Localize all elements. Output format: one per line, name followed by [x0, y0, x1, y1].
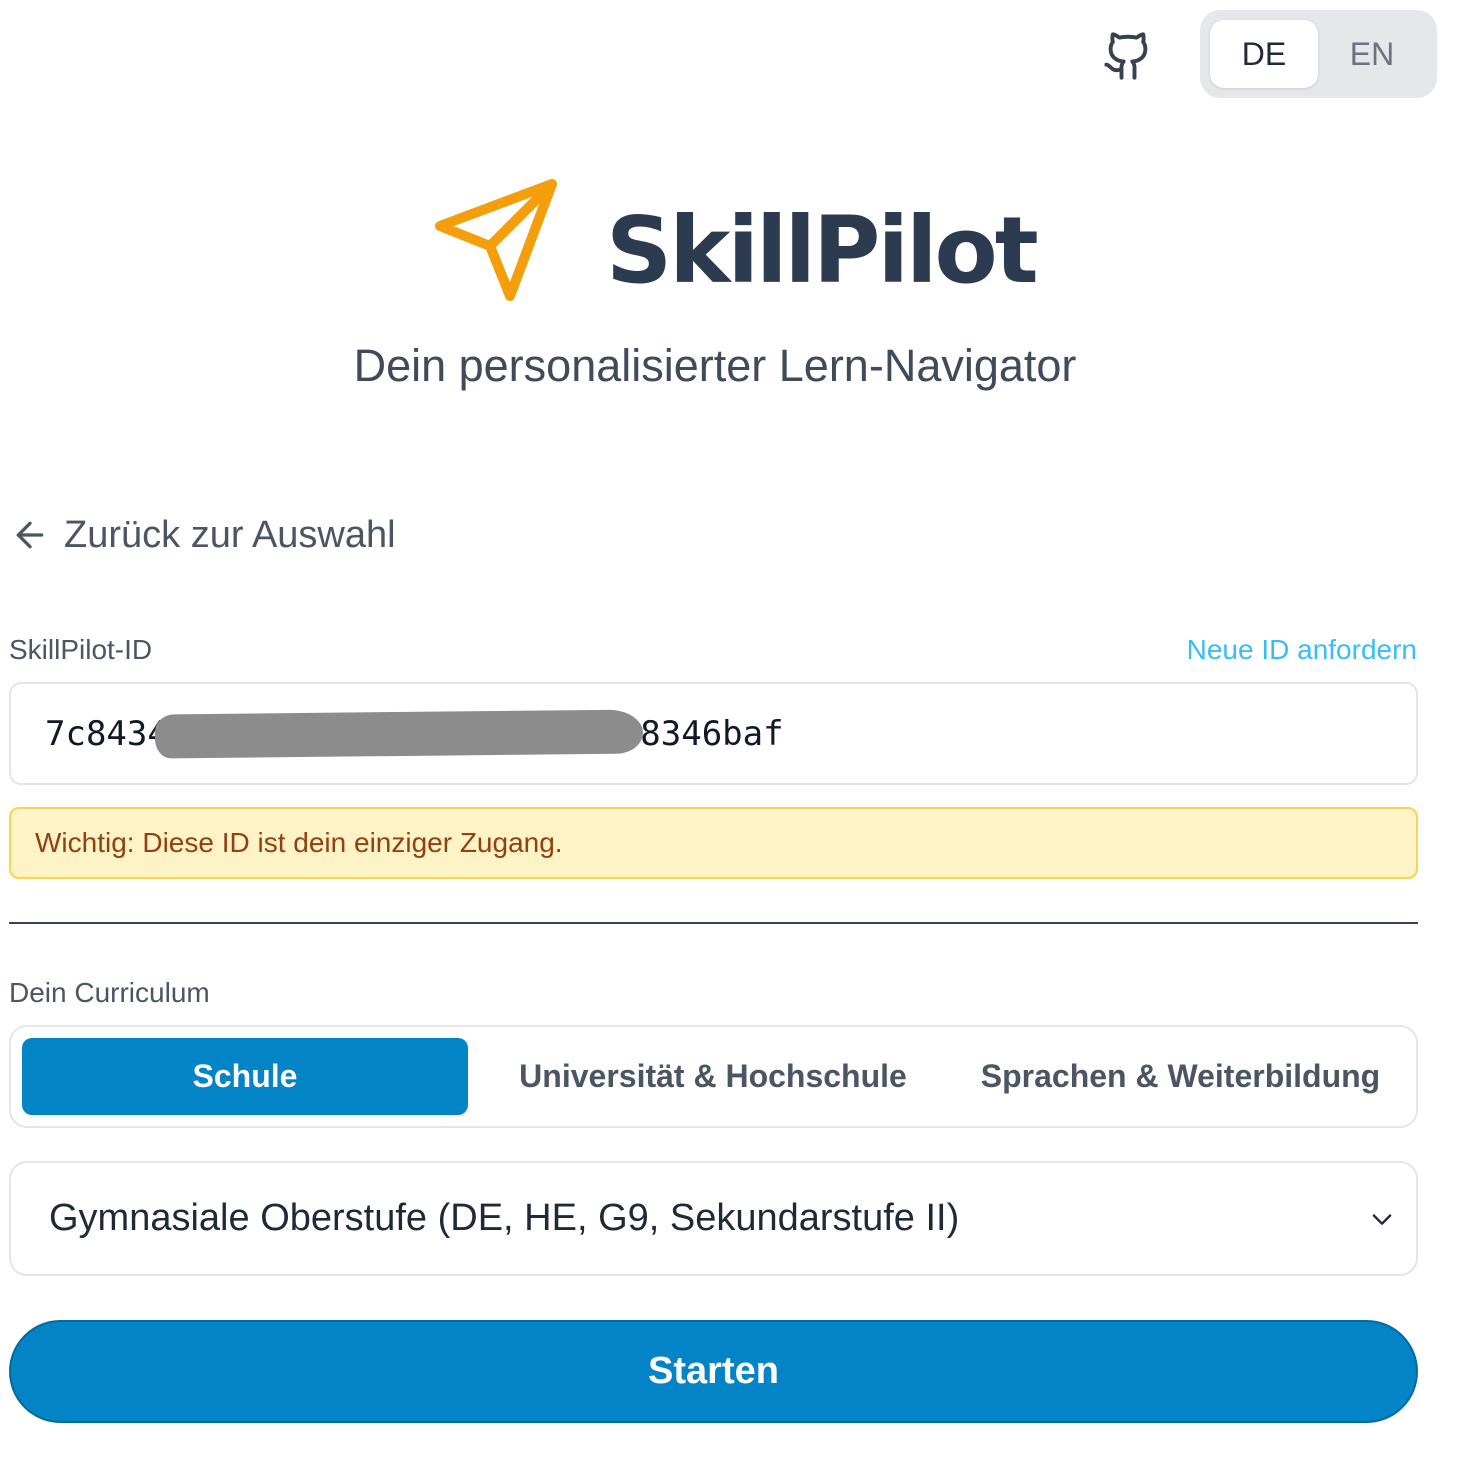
redaction-mark: [154, 709, 644, 759]
paper-plane-icon: [432, 176, 562, 306]
lang-button-en[interactable]: EN: [1318, 20, 1426, 88]
brand-name: SkillPilot: [606, 197, 1039, 304]
tab-universitaet[interactable]: Universität & Hochschule: [468, 1038, 958, 1115]
curriculum-select[interactable]: Gymnasiale Oberstufe (DE, HE, G9, Sekund…: [9, 1161, 1418, 1276]
id-warning: Wichtig: Diese ID ist dein einziger Zuga…: [9, 807, 1418, 879]
tagline: Dein personalisierter Lern-Navigator: [353, 340, 1077, 391]
top-bar: DE EN: [0, 0, 1470, 110]
back-link[interactable]: Zurück zur Auswahl: [10, 510, 396, 560]
start-button[interactable]: Starten: [9, 1320, 1418, 1423]
curriculum-label: Dein Curriculum: [9, 977, 210, 1008]
language-switcher: DE EN: [1200, 10, 1437, 98]
divider: [9, 922, 1418, 924]
id-value-start: 7c8434: [45, 713, 168, 754]
lang-button-de[interactable]: DE: [1210, 20, 1318, 88]
tab-schule[interactable]: Schule: [22, 1038, 468, 1115]
github-icon[interactable]: [1098, 26, 1158, 86]
chevron-down-icon: [1368, 1205, 1396, 1233]
curriculum-tabs: Schule Universität & Hochschule Sprachen…: [9, 1025, 1418, 1128]
back-link-label: Zurück zur Auswahl: [64, 513, 396, 556]
id-value-end: 18346baf: [619, 713, 784, 754]
request-new-id-link[interactable]: Neue ID anfordern: [1187, 634, 1417, 666]
arrow-left-icon: [10, 515, 50, 555]
tab-sprachen[interactable]: Sprachen & Weiterbildung: [958, 1038, 1403, 1115]
curriculum-select-value: Gymnasiale Oberstufe (DE, HE, G9, Sekund…: [49, 1197, 960, 1239]
id-field-label: SkillPilot-ID: [9, 634, 153, 665]
